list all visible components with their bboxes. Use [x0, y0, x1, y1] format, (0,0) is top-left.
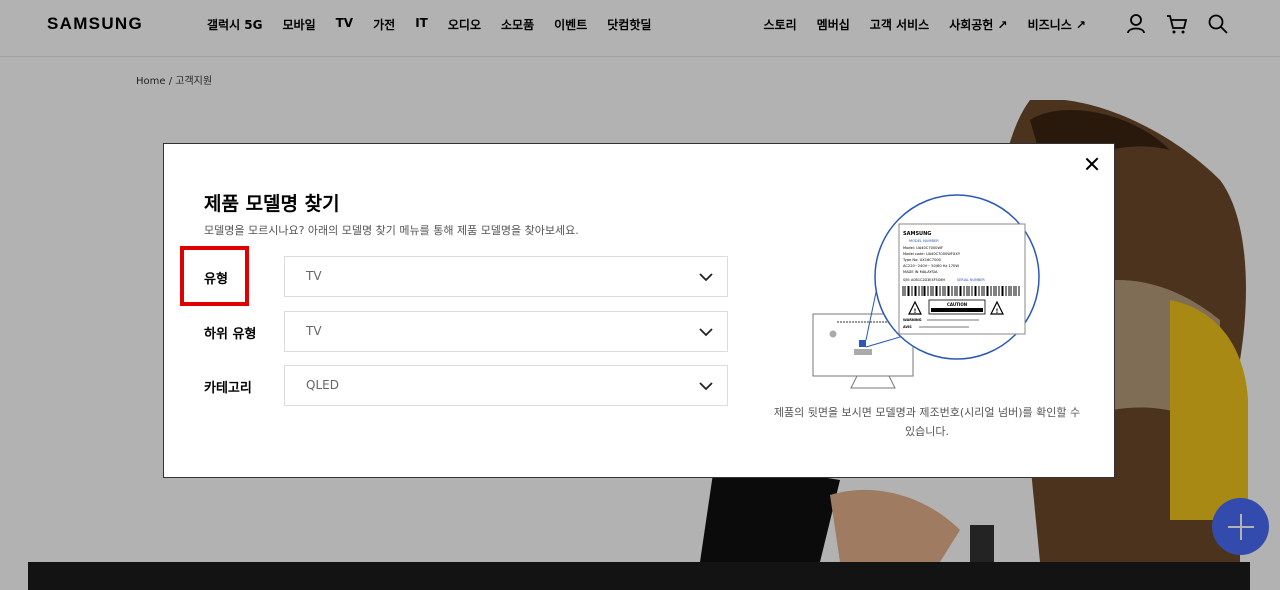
label-line: Model code: UA40C7000WFXXY	[903, 252, 961, 256]
subtype-select-value: TV	[306, 324, 322, 338]
label-caption: 제품의 뒷면을 보시면 모델명과 제조번호(시리얼 넘버)를 확인할 수 있습니…	[773, 406, 1081, 438]
label-line: MADE IN MALAYSIA	[903, 270, 938, 274]
category-label: 카테고리	[204, 381, 252, 396]
svg-text:!: !	[914, 308, 917, 315]
label-serial-line: S/N: A0B1C2D3E4F5G6H	[903, 278, 945, 282]
label-line: Type No: UX16C7000	[902, 258, 942, 262]
label-warning: WARNING	[903, 318, 922, 322]
label-line: AC220~240V~ 50/60 Hz 170W	[903, 264, 959, 268]
type-select[interactable]: TV	[284, 256, 728, 297]
model-label-illustration: SAMSUNG MODEL NUMBER Model: UA40C7000WF …	[812, 194, 1040, 389]
subtype-select[interactable]: TV	[284, 311, 728, 352]
dialog-description: 모델명을 모르시나요? 아래의 모델명 찾기 메뉴를 통해 제품 모델명을 찾아…	[204, 224, 579, 237]
label-serial-tag: SERIAL NUMBER	[957, 278, 985, 282]
category-select-value: QLED	[306, 378, 339, 392]
label-caution: CAUTION	[947, 302, 967, 307]
type-label: 유형	[204, 272, 228, 287]
barcode	[902, 286, 1021, 296]
chevron-down-icon	[699, 328, 713, 337]
category-select[interactable]: QLED	[284, 365, 728, 406]
subtype-label: 하위 유형	[204, 327, 257, 342]
dialog-title: 제품 모델명 찾기	[204, 193, 340, 215]
chevron-down-icon	[699, 382, 713, 391]
label-avis: AVIS	[903, 325, 912, 329]
close-icon[interactable]	[1082, 154, 1102, 174]
type-select-value: TV	[306, 269, 322, 283]
chevron-down-icon	[699, 273, 713, 282]
svg-text:!: !	[996, 308, 999, 315]
label-brand: SAMSUNG	[903, 231, 931, 237]
label-line: Model: UA40C7000WF	[903, 246, 943, 250]
label-model-tag: MODEL NUMBER	[909, 239, 939, 243]
find-model-dialog: 제품 모델명 찾기 모델명을 모르시나요? 아래의 모델명 찾기 메뉴를 통해 …	[163, 143, 1115, 478]
